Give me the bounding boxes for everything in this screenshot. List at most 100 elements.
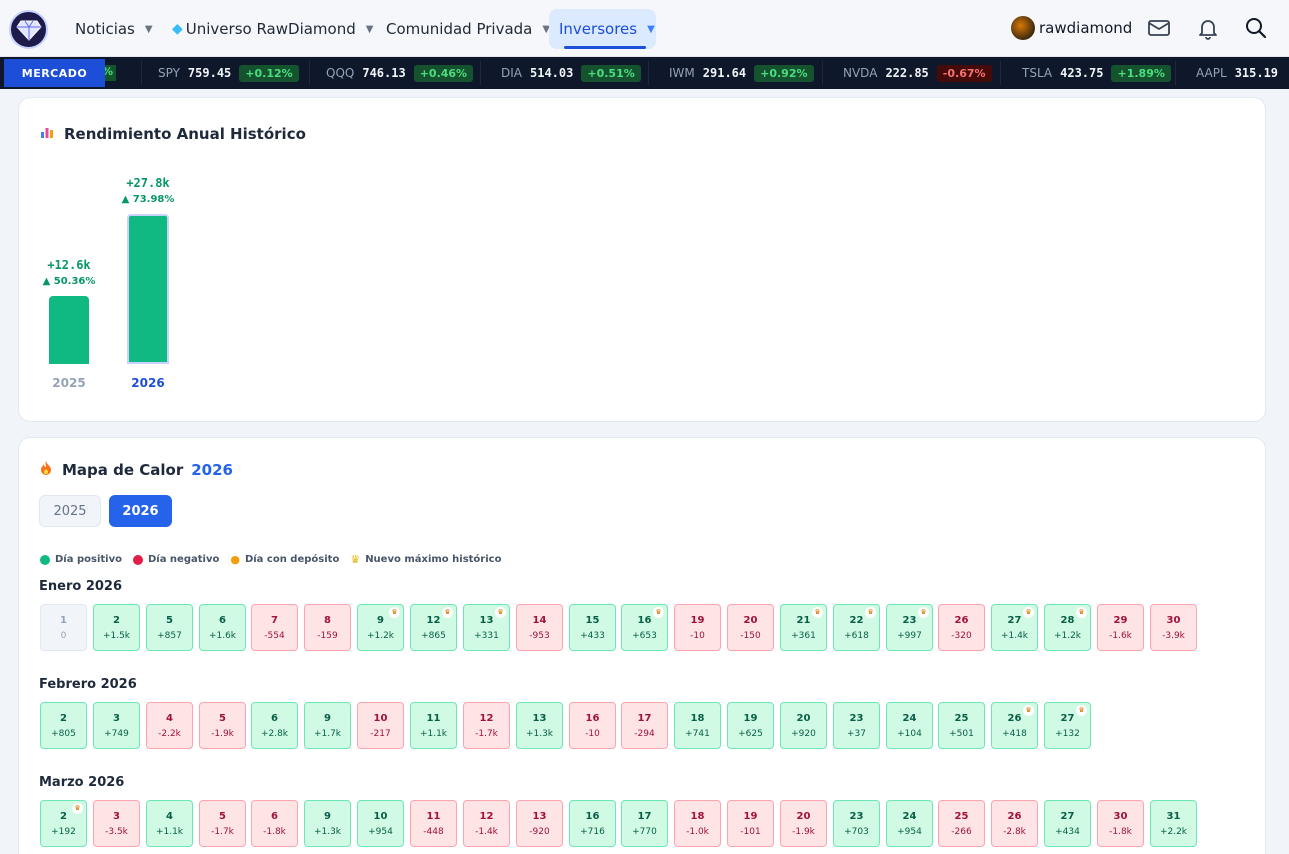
nav-noticias[interactable]: Noticias ▼ [65, 9, 163, 49]
ticker-item-dia[interactable]: DIA 514.03 +0.51% [501, 57, 641, 89]
heatmap-day-cell[interactable]: 28 +1.2k ♛ [1044, 604, 1091, 651]
heatmap-day-cell[interactable]: 17 +770 [621, 800, 668, 847]
nav-noticias-label: Noticias [75, 20, 135, 38]
year-button-2026[interactable]: 2026 [109, 495, 172, 527]
heatmap-day-cell[interactable]: 13 +331 ♛ [463, 604, 510, 651]
heatmap-day-cell[interactable]: 10 -217 [357, 702, 404, 749]
user-menu[interactable]: rawdiamond [1011, 16, 1132, 40]
search-icon[interactable] [1244, 16, 1268, 40]
heatmap-day-cell[interactable]: 9 +1.2k ♛ [357, 604, 404, 651]
heatmap-day-cell[interactable]: 20 +920 [780, 702, 827, 749]
day-value: +857 [157, 631, 182, 641]
heatmap-day-cell[interactable]: 30 -1.8k [1097, 800, 1144, 847]
ticker-item-nvda[interactable]: NVDA 222.85 -0.67% [843, 57, 992, 89]
heatmap-day-cell[interactable]: 16 -10 [569, 702, 616, 749]
heatmap-day-cell[interactable]: 18 +741 [674, 702, 721, 749]
year-button-2025[interactable]: 2025 [39, 495, 101, 527]
heatmap-day-cell[interactable]: 2 +1.5k [93, 604, 140, 651]
day-value: +741 [685, 729, 710, 739]
heatmap-day-cell[interactable]: 11 -448 [410, 800, 457, 847]
heatmap-day-cell[interactable]: 12 +865 ♛ [410, 604, 457, 651]
heatmap-day-cell[interactable]: 22 +618 ♛ [833, 604, 880, 651]
heatmap-day-cell[interactable]: 26 -2.8k [991, 800, 1038, 847]
active-nav-indicator [564, 46, 646, 49]
heatmap-day-cell[interactable]: 6 +1.6k [199, 604, 246, 651]
logo[interactable] [9, 10, 48, 49]
heatmap-day-cell[interactable]: 8 -159 [304, 604, 351, 651]
heatmap-day-cell[interactable]: 31 +2.2k [1150, 800, 1197, 847]
heatmap-day-cell[interactable]: 9 +1.7k [304, 702, 351, 749]
heatmap-day-cell[interactable]: 5 -1.9k [199, 702, 246, 749]
heatmap-day-cell[interactable]: 16 +653 ♛ [621, 604, 668, 651]
heatmap-day-cell[interactable]: 21 +361 ♛ [780, 604, 827, 651]
day-value: +1.6k [208, 631, 237, 641]
heatmap-day-cell[interactable]: 26 -320 [938, 604, 985, 651]
heatmap-day-cell[interactable]: 19 +625 [727, 702, 774, 749]
heatmap-day-cell[interactable]: 13 -920 [516, 800, 563, 847]
heatmap-day-cell[interactable]: 6 +2.8k [251, 702, 298, 749]
heatmap-day-cell[interactable]: 26 +418 ♛ [991, 702, 1038, 749]
heatmap-day-cell[interactable]: 23 +997 ♛ [886, 604, 933, 651]
heatmap-day-cell[interactable]: 2 +192 ♛ [40, 800, 87, 847]
nav-universo-rawdiamond[interactable]: ◆ Universo RawDiamond ▼ [162, 9, 383, 49]
heatmap-day-cell[interactable]: 25 +501 [938, 702, 985, 749]
heatmap-day-cell[interactable]: 24 +954 [886, 800, 933, 847]
heatmap-day-cell[interactable]: 25 -266 [938, 800, 985, 847]
heatmap-day-cell[interactable]: 19 -10 [674, 604, 721, 651]
ticker-item-spy[interactable]: SPY 759.45 +0.12% [158, 57, 299, 89]
heatmap-day-cell[interactable]: 4 -2.2k [146, 702, 193, 749]
day-number: 16 [585, 713, 600, 724]
day-value: +2.8k [260, 729, 289, 739]
heatmap-day-cell[interactable]: 5 -1.7k [199, 800, 246, 847]
heatmap-day-cell[interactable]: 18 -1.0k [674, 800, 721, 847]
annual-bar-2026[interactable] [127, 214, 169, 364]
day-number: 26 [1007, 811, 1022, 822]
heatmap-day-cell[interactable]: 19 -101 [727, 800, 774, 847]
heatmap-day-cell[interactable]: 23 +37 [833, 702, 880, 749]
heatmap-day-cell[interactable]: 10 [40, 604, 87, 651]
heatmap-day-cell[interactable]: 17 -294 [621, 702, 668, 749]
nav-comunidad-privada[interactable]: Comunidad Privada ▼ [376, 9, 560, 49]
nav-inversores[interactable]: Inversores ▼ [549, 9, 656, 49]
day-number: 19 [690, 615, 705, 626]
bell-icon[interactable] [1196, 16, 1220, 40]
ticker-item-aapl[interactable]: AAPL 315.19 [1196, 57, 1286, 89]
day-value: +618 [844, 631, 869, 641]
heatmap-day-cell[interactable]: 27 +434 [1044, 800, 1091, 847]
heatmap-day-cell[interactable]: 20 -1.9k [780, 800, 827, 847]
heatmap-day-cell[interactable]: 2 +805 [40, 702, 87, 749]
day-value: 0 [60, 631, 67, 641]
mail-icon[interactable] [1147, 16, 1171, 40]
heatmap-day-cell[interactable]: 10 +954 [357, 800, 404, 847]
heatmap-day-cell[interactable]: 12 -1.7k [463, 702, 510, 749]
day-number: 24 [902, 713, 917, 724]
heatmap-day-cell[interactable]: 11 +1.1k [410, 702, 457, 749]
heatmap-day-cell[interactable]: 20 -150 [727, 604, 774, 651]
ticker-item-qqq[interactable]: QQQ 746.13 +0.46% [326, 57, 474, 89]
heatmap-day-cell[interactable]: 24 +104 [886, 702, 933, 749]
heatmap-day-cell[interactable]: 6 -1.8k [251, 800, 298, 847]
heatmap-day-cell[interactable]: 16 +716 [569, 800, 616, 847]
heatmap-day-cell[interactable]: 12 -1.4k [463, 800, 510, 847]
heatmap-day-cell[interactable]: 14 -953 [516, 604, 563, 651]
heatmap-day-cell[interactable]: 27 +132 ♛ [1044, 702, 1091, 749]
heatmap-day-cell[interactable]: 27 +1.4k ♛ [991, 604, 1038, 651]
day-number: 20 [743, 615, 758, 626]
heatmap-day-cell[interactable]: 4 +1.1k [146, 800, 193, 847]
ticker-item-iwm[interactable]: IWM 291.64 +0.92% [669, 57, 814, 89]
heatmap-day-cell[interactable]: 23 +703 [833, 800, 880, 847]
heatmap-day-cell[interactable]: 3 -3.5k [93, 800, 140, 847]
heatmap-day-cell[interactable]: 7 -554 [251, 604, 298, 651]
day-number: 8 [324, 615, 331, 626]
annual-bar-2025[interactable] [49, 296, 89, 364]
month-title: Febrero 2026 [39, 677, 137, 692]
heatmap-day-cell[interactable]: 29 -1.6k [1097, 604, 1144, 651]
heatmap-day-cell[interactable]: 13 +1.3k [516, 702, 563, 749]
heatmap-day-cell[interactable]: 5 +857 [146, 604, 193, 651]
heatmap-day-cell[interactable]: 9 +1.3k [304, 800, 351, 847]
day-value: -1.8k [1109, 827, 1132, 837]
heatmap-day-cell[interactable]: 15 +433 [569, 604, 616, 651]
ticker-item-tsla[interactable]: TSLA 423.75 +1.89% [1022, 57, 1171, 89]
heatmap-day-cell[interactable]: 3 +749 [93, 702, 140, 749]
heatmap-day-cell[interactable]: 30 -3.9k [1150, 604, 1197, 651]
